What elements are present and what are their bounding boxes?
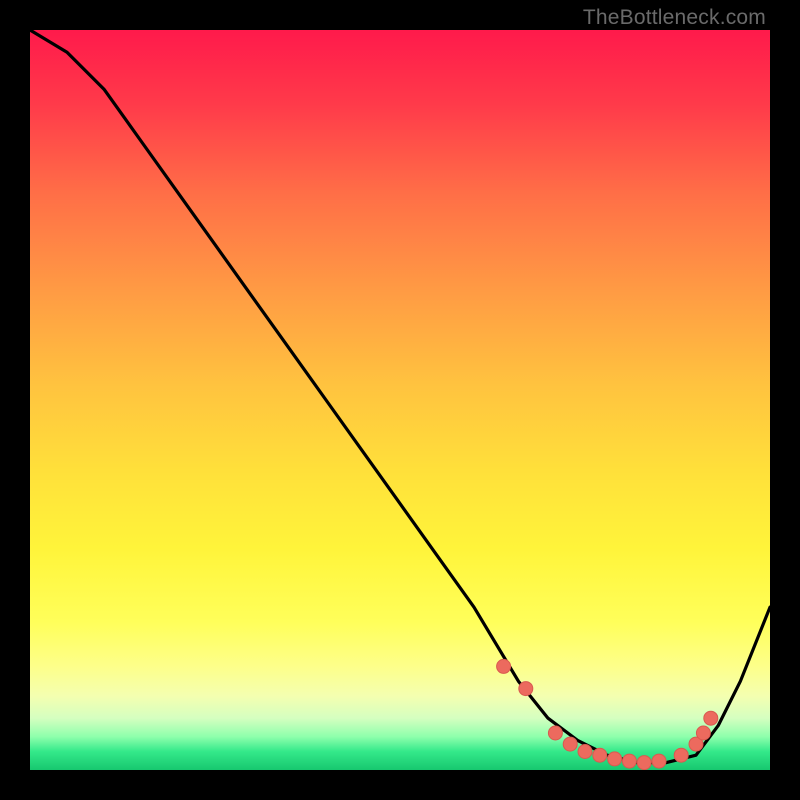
highlight-dot [652,754,666,768]
highlight-dot [497,659,511,673]
highlight-dot [704,711,718,725]
highlight-dot [578,745,592,759]
highlight-dot [674,748,688,762]
highlight-dot [608,752,622,766]
highlight-dot [519,682,533,696]
highlight-dot [637,756,651,770]
highlight-dot [622,754,636,768]
plot-area [30,30,770,770]
chart-frame: TheBottleneck.com [0,0,800,800]
watermark-text: TheBottleneck.com [583,6,766,30]
highlight-dot [696,726,710,740]
bottleneck-curve [30,30,770,770]
highlight-dot [548,726,562,740]
highlight-dot [563,737,577,751]
highlight-dot [593,748,607,762]
